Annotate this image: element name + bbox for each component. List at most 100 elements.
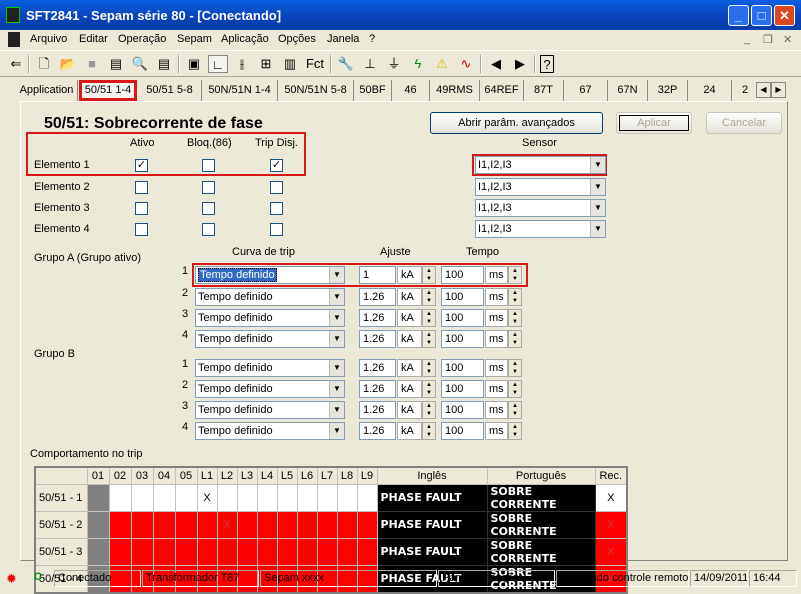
checkbox-trip[interactable] [270,181,283,194]
menu-operacao[interactable]: Operação [118,33,166,45]
plug-icon[interactable]: ϟ [408,55,428,73]
cell-04[interactable] [152,510,176,539]
advanced-params-button[interactable]: Abrir parâm. avançados [430,112,603,134]
checkbox-bloq[interactable] [202,202,215,215]
tempo-input[interactable]: 100 [441,309,484,327]
cell-05[interactable] [174,483,198,512]
tab-24[interactable]: 24 [688,80,732,101]
ajuste-spinner[interactable]: ▲ ▼ [422,288,436,306]
tempo-input[interactable]: 100 [441,330,484,348]
cell-L1[interactable] [196,510,218,539]
curve-select[interactable]: Tempo definido ▼ [195,401,345,419]
ajuste-input[interactable]: 1.26 [359,422,396,440]
curve-select[interactable]: Tempo definido ▼ [195,330,345,348]
cell-05[interactable] [174,510,198,539]
ajuste-unit[interactable]: kA [397,401,422,419]
minimize-button[interactable]: _ [728,5,749,26]
label-portuguese[interactable]: SOBRE CORRENTE [486,483,596,512]
label-portuguese[interactable]: SOBRE CORRENTE [486,510,596,539]
fct-icon[interactable]: Fct [304,55,326,73]
cell-05[interactable] [174,537,198,566]
tempo-spinner[interactable]: ▲ ▼ [508,380,522,398]
sensor-select[interactable]: I1,I2,I3 ▼ [475,178,606,196]
io-icon[interactable]: ⫲ [232,55,252,73]
cell-L2[interactable] [216,537,238,566]
chevron-down-icon[interactable]: ▼ [590,200,605,216]
label-portuguese[interactable]: SOBRE CORRENTE [486,537,596,566]
cell-L3[interactable] [236,510,258,539]
curve-select[interactable]: Tempo definido ▼ [195,288,345,306]
cell-L2[interactable]: X [216,510,238,539]
ajuste-unit[interactable]: kA [397,330,422,348]
curve-icon[interactable]: ∟ [208,55,228,73]
curve-select[interactable]: Tempo definido ▼ [195,422,345,440]
chevron-down-icon[interactable]: ▼ [329,360,344,376]
antenna-icon[interactable]: ⊥ [360,55,380,73]
menu-janela[interactable]: Janela [327,33,359,45]
tempo-unit[interactable]: ms [485,288,508,306]
mdi-minimize-button[interactable]: _ [744,33,750,45]
open-icon[interactable]: 📂 [58,55,78,73]
cell-L9[interactable] [356,483,378,512]
new-icon[interactable]: 🗋 [34,55,54,73]
cell-L7[interactable] [316,510,338,539]
curve-select[interactable]: Tempo definido ▼ [195,359,345,377]
cell-03[interactable] [130,483,154,512]
ajuste-unit[interactable]: kA [397,266,422,284]
cell-03[interactable] [130,537,154,566]
tab-scroll-right-button[interactable]: ▶ [771,82,786,98]
label-english[interactable]: PHASE FAULT [376,483,488,512]
tempo-input[interactable]: 100 [441,401,484,419]
chevron-down-icon[interactable]: ▼ [329,402,344,418]
tempo-unit[interactable]: ms [485,422,508,440]
sepam-icon[interactable]: ▣ [184,55,204,73]
ajuste-spinner[interactable]: ▲ ▼ [422,266,436,284]
apply-button[interactable]: Aplicar [616,112,692,134]
tempo-spinner[interactable]: ▲ ▼ [508,309,522,327]
tab-50n-51n-1-4[interactable]: 50N/51N 1-4 [202,80,278,101]
tempo-unit[interactable]: ms [485,330,508,348]
ajuste-input[interactable]: 1.26 [359,309,396,327]
cell-02[interactable] [108,537,132,566]
cell-L6[interactable] [296,483,318,512]
tempo-unit[interactable]: ms [485,380,508,398]
label-english[interactable]: PHASE FAULT [376,510,488,539]
cell-rec[interactable]: X [594,483,628,512]
ajuste-unit[interactable]: kA [397,380,422,398]
tempo-input[interactable]: 100 [441,288,484,306]
cell-L3[interactable] [236,537,258,566]
cell-L6[interactable] [296,510,318,539]
checkbox-ativo[interactable]: ✓ [135,159,148,172]
forward-icon[interactable]: ▶ [510,55,530,73]
warning-icon[interactable]: ⚠ [432,55,452,73]
tempo-unit[interactable]: ms [485,401,508,419]
checkbox-bloq[interactable] [202,159,215,172]
tab-49rms[interactable]: 49RMS [430,80,480,101]
cell-L7[interactable] [316,483,338,512]
menu-opcoes[interactable]: Opções [278,33,316,45]
ajuste-input[interactable]: 1.26 [359,330,396,348]
cell-L8[interactable] [336,537,358,566]
cell-L9[interactable] [356,510,378,539]
sensor-select[interactable]: I1,I2,I3 ▼ [475,199,606,217]
cell-04[interactable] [152,483,176,512]
tab-32p[interactable]: 32P [648,80,688,101]
maximize-button[interactable]: □ [751,5,772,26]
cell-03[interactable] [130,510,154,539]
close-button[interactable]: ✕ [774,5,795,26]
ajuste-unit[interactable]: kA [397,359,422,377]
ajuste-unit[interactable]: kA [397,288,422,306]
chevron-down-icon[interactable]: ▼ [590,221,605,237]
cell-L3[interactable] [236,483,258,512]
curve-select[interactable]: Tempo definido ▼ [195,266,345,284]
tab-64ref[interactable]: 64REF [480,80,524,101]
mdi-close-button[interactable]: ✕ [783,33,792,46]
chevron-down-icon[interactable]: ▼ [590,157,605,173]
ajuste-input[interactable]: 1.26 [359,288,396,306]
save-icon[interactable]: ■ [82,55,102,73]
checkbox-ativo[interactable] [135,223,148,236]
wrench-icon[interactable]: 🔧 [336,55,356,73]
ajuste-spinner[interactable]: ▲ ▼ [422,330,436,348]
cell-02[interactable] [108,510,132,539]
ajuste-spinner[interactable]: ▲ ▼ [422,401,436,419]
